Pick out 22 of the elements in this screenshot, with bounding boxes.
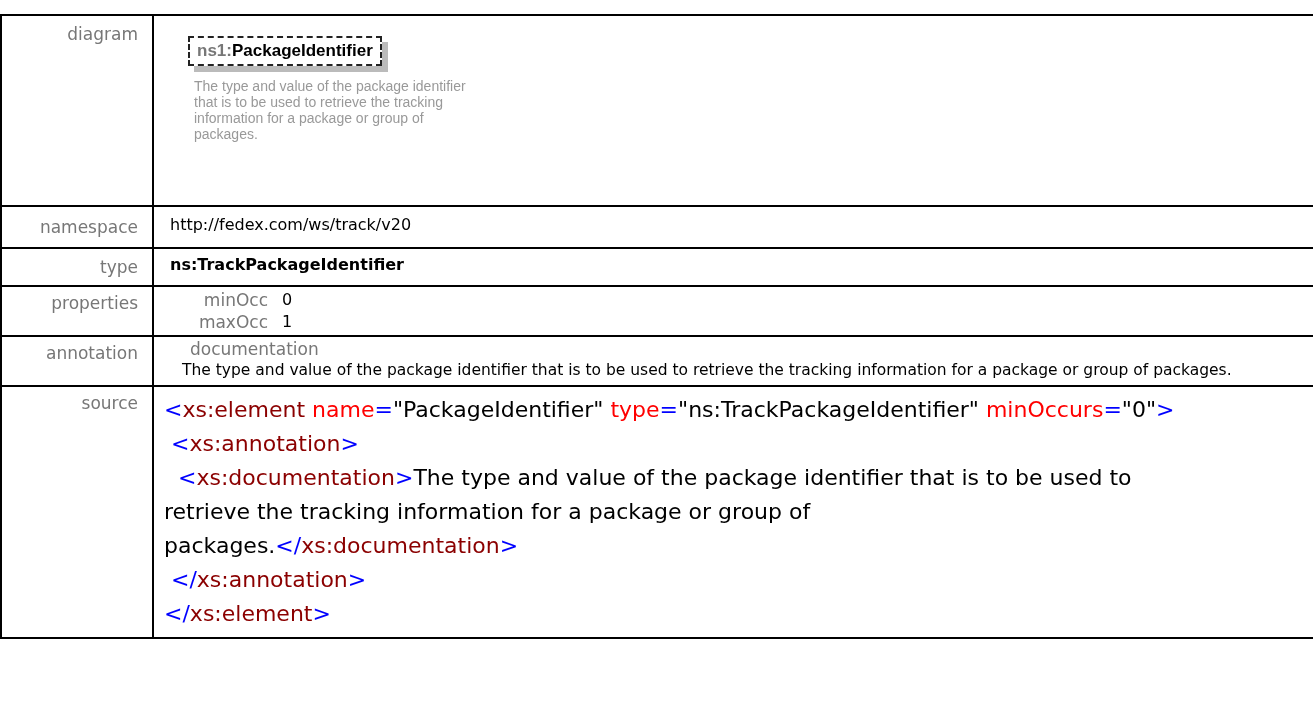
row-label: source [81, 393, 138, 413]
namespace-value: http://fedex.com/ws/track/v20 [170, 214, 412, 234]
code-line: <xs:documentation>The type and value of the package identifier that is to be used to [177, 465, 1132, 490]
annotation-heading: documentation [190, 339, 319, 359]
code-line: </xs:element> [164, 601, 331, 626]
code-line: <xs:annotation> [170, 431, 359, 456]
code-line: </xs:annotation> [170, 567, 367, 592]
type-value: ns:TrackPackageIdentifier [170, 254, 404, 274]
element-description: The type and value of the package identifier that is to be used to retrieve the tracking information for a package or group of packages. [194, 78, 467, 142]
row-label: diagram [67, 24, 138, 44]
row-label: properties [51, 293, 138, 313]
row-label: annotation [46, 343, 138, 363]
code-line: retrieve the tracking information for a package or group of [164, 499, 811, 524]
row-label: namespace [39, 217, 138, 237]
property-value: 0 [282, 289, 294, 311]
property-name: minOcc [202, 289, 268, 311]
annotation-text: The type and value of the package identifier that is to be used to retrieve the tracking information for a package or group of packages. [182, 360, 1233, 381]
code-line: packages.</xs:documentation> [164, 533, 519, 558]
row-label: type [100, 257, 138, 277]
property-name: maxOcc [197, 311, 268, 333]
code-line: <xs:element name="PackageIdentifier" type="ns:TrackPackageIdentifier" minOccurs="0"> [164, 397, 1175, 422]
property-value: 1 [282, 311, 294, 333]
